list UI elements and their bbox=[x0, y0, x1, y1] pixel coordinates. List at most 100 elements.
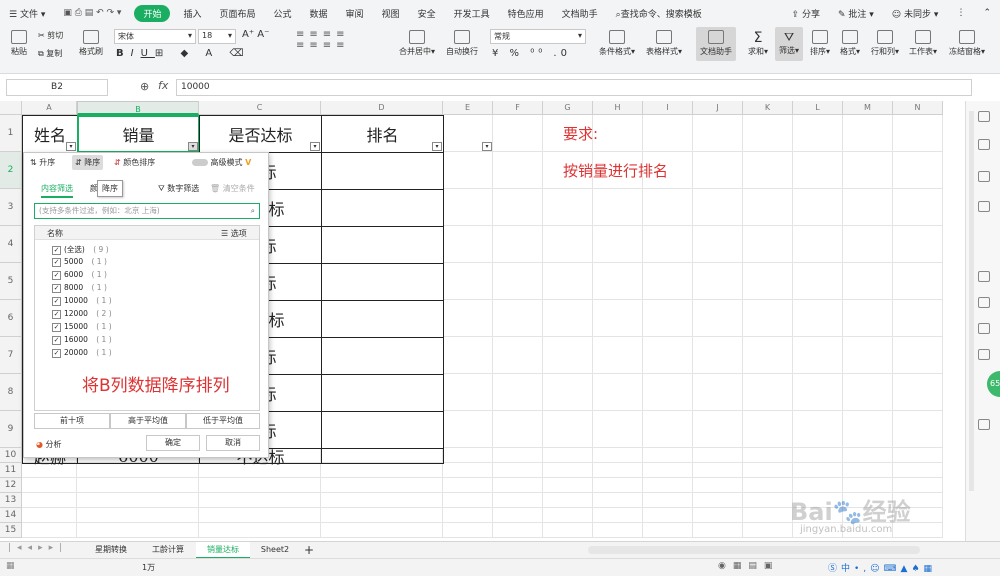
grid-cell[interactable] bbox=[743, 115, 793, 152]
column-header[interactable]: L bbox=[793, 101, 843, 115]
grid-cell[interactable] bbox=[643, 226, 693, 263]
vertical-scrollbar[interactable] bbox=[969, 111, 974, 491]
grid-cell[interactable] bbox=[843, 115, 893, 152]
table-header-cell[interactable]: 销量 bbox=[77, 115, 200, 153]
row-header[interactable]: 9 bbox=[0, 411, 22, 448]
grid-cell[interactable] bbox=[199, 523, 321, 538]
grid-cell[interactable] bbox=[22, 493, 77, 508]
row-header[interactable]: 4 bbox=[0, 226, 22, 263]
filter-value-item[interactable]: ✓ 15000 ( 1 ) bbox=[52, 322, 112, 332]
grid-cell[interactable] bbox=[693, 189, 743, 226]
grid-cell[interactable] bbox=[321, 478, 443, 493]
table-header-cell[interactable]: 排名 bbox=[321, 115, 444, 153]
filter-dropdown-icon[interactable]: ▾ bbox=[66, 142, 76, 151]
grid-cell[interactable] bbox=[693, 374, 743, 411]
wrap-text-button[interactable]: 自动换行 bbox=[444, 30, 480, 57]
grid-cell[interactable] bbox=[693, 152, 743, 189]
grid-cell[interactable] bbox=[543, 337, 593, 374]
filter-value-item[interactable]: ✓ 6000 ( 1 ) bbox=[52, 270, 107, 280]
menu-features[interactable]: 特色应用 bbox=[499, 7, 553, 20]
column-header[interactable]: B bbox=[77, 101, 199, 115]
grid-cell[interactable] bbox=[793, 189, 843, 226]
sort-descending-button[interactable]: ⇵ 降序 bbox=[72, 155, 104, 170]
rank-cell[interactable] bbox=[321, 337, 444, 375]
grid-cell[interactable] bbox=[743, 374, 793, 411]
sidebar-tools-icon[interactable] bbox=[978, 419, 990, 430]
filter-dropdown-icon[interactable]: ▾ bbox=[482, 142, 492, 151]
grid-cell[interactable] bbox=[693, 337, 743, 374]
grid-cell[interactable] bbox=[493, 448, 543, 463]
grid-cell[interactable] bbox=[593, 463, 643, 478]
below-average-button[interactable]: 低于平均值 bbox=[186, 413, 260, 429]
sidebar-table-icon[interactable] bbox=[978, 171, 990, 182]
grid-cell[interactable] bbox=[543, 448, 593, 463]
column-header[interactable]: K bbox=[743, 101, 793, 115]
grid-cell[interactable] bbox=[543, 523, 593, 538]
clear-conditions-button[interactable]: 🗑 清空条件 bbox=[210, 183, 255, 194]
filter-search-input[interactable]: (支持多条件过滤，例如：北京 上海) ⌕ bbox=[34, 203, 260, 219]
grid-cell[interactable] bbox=[543, 263, 593, 300]
grid-cell[interactable] bbox=[443, 448, 493, 463]
grid-cell[interactable] bbox=[593, 263, 643, 300]
command-search[interactable]: ⌕查找命令、搜索模板 bbox=[607, 7, 711, 20]
row-header[interactable]: 10 bbox=[0, 448, 22, 463]
grid-cell[interactable] bbox=[743, 411, 793, 448]
grid-cell[interactable] bbox=[693, 115, 743, 152]
column-header[interactable]: M bbox=[843, 101, 893, 115]
grid-cell[interactable] bbox=[843, 337, 893, 374]
sidebar-style-icon[interactable] bbox=[978, 139, 990, 150]
grid-cell[interactable] bbox=[77, 523, 199, 538]
grid-cell[interactable] bbox=[593, 508, 643, 523]
grid-cell[interactable] bbox=[493, 463, 543, 478]
top10-button[interactable]: 前十项 bbox=[34, 413, 110, 429]
grid-cell[interactable] bbox=[643, 508, 693, 523]
grid-cell[interactable] bbox=[643, 263, 693, 300]
filter-value-item[interactable]: ✓ 16000 ( 1 ) bbox=[52, 335, 112, 345]
status-left-icon[interactable]: ▦ bbox=[6, 561, 15, 571]
grid-cell[interactable] bbox=[443, 152, 493, 189]
grid-cell[interactable] bbox=[593, 411, 643, 448]
row-header[interactable]: 14 bbox=[0, 508, 22, 523]
tab-seniority-calc[interactable]: 工龄计算 bbox=[140, 542, 196, 559]
grid-cell[interactable] bbox=[443, 337, 493, 374]
grid-cell[interactable] bbox=[493, 337, 543, 374]
sidebar-backup-icon[interactable] bbox=[978, 297, 990, 308]
file-menu[interactable]: ☰ 文件 ▾ bbox=[0, 7, 54, 20]
column-header[interactable]: J bbox=[693, 101, 743, 115]
grid-cell[interactable] bbox=[593, 115, 643, 152]
add-sheet-icon[interactable]: + bbox=[300, 542, 318, 559]
grid-cell[interactable] bbox=[493, 493, 543, 508]
sort-ascending-button[interactable]: ⇅ 升序 bbox=[30, 157, 55, 168]
sync-status[interactable]: ☺ 未同步 ▾ bbox=[883, 7, 948, 20]
ime-toolbar-icons[interactable]: Ⓢ中•,☺⌨▲♠▦ bbox=[828, 561, 936, 574]
rank-cell[interactable] bbox=[321, 411, 444, 449]
checkbox-icon[interactable]: ✓ bbox=[52, 348, 61, 358]
row-header[interactable]: 8 bbox=[0, 374, 22, 411]
grid-cell[interactable] bbox=[321, 493, 443, 508]
grid-cell[interactable] bbox=[893, 374, 943, 411]
menu-insert[interactable]: 插入 bbox=[174, 7, 210, 20]
column-header[interactable]: C bbox=[199, 101, 321, 115]
list-options-button[interactable]: ☰ 选项 bbox=[221, 228, 247, 239]
grid-cell[interactable] bbox=[693, 300, 743, 337]
grid-cell[interactable] bbox=[543, 226, 593, 263]
name-box[interactable]: B2 bbox=[6, 79, 108, 96]
grid-cell[interactable] bbox=[843, 411, 893, 448]
grid-cell[interactable] bbox=[643, 411, 693, 448]
grid-cell[interactable] bbox=[793, 263, 843, 300]
grid-cell[interactable] bbox=[199, 508, 321, 523]
freeze-panes-button[interactable]: 冻结窗格▾ bbox=[946, 30, 988, 57]
grid-cell[interactable] bbox=[22, 508, 77, 523]
checkbox-icon[interactable]: ✓ bbox=[52, 296, 61, 306]
grid-cell[interactable] bbox=[843, 152, 893, 189]
grid-cell[interactable] bbox=[743, 300, 793, 337]
tab-sheet2[interactable]: Sheet2 bbox=[250, 542, 300, 559]
filter-value-item[interactable]: ✓ 20000 ( 1 ) bbox=[52, 348, 112, 358]
filter-value-item[interactable]: ✓ (全选) ( 9 ) bbox=[52, 244, 109, 255]
grid-cell[interactable] bbox=[793, 463, 843, 478]
grid-cell[interactable] bbox=[593, 374, 643, 411]
cancel-button[interactable]: 取消 bbox=[206, 435, 260, 451]
grid-cell[interactable] bbox=[643, 337, 693, 374]
function-icon[interactable]: fx bbox=[158, 79, 168, 92]
grid-cell[interactable] bbox=[893, 263, 943, 300]
